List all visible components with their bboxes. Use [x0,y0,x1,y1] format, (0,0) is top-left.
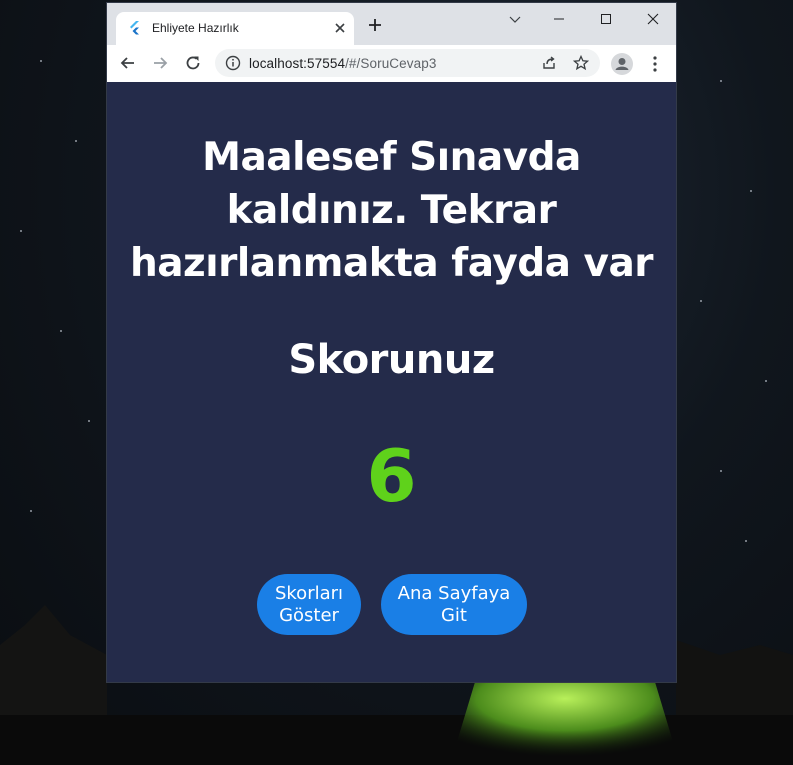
show-scores-button[interactable]: Skorları Göster [257,574,361,635]
score-label: Skorunuz [288,337,495,383]
star-icon[interactable] [573,55,589,71]
url-path: /#/SoruCevap3 [345,56,437,71]
kebab-menu-icon[interactable] [647,55,663,73]
browser-tab[interactable]: Ehliyete Hazırlık [116,12,354,45]
page-content: Maalesef Sınavda kaldınız. Tekrar hazırl… [107,82,676,682]
arrow-right-icon[interactable] [151,54,169,72]
url-text: localhost:57554/#/SoruCevap3 [249,56,436,71]
address-bar[interactable]: localhost:57554/#/SoruCevap3 [215,49,600,77]
avatar-icon[interactable] [611,53,633,75]
tab-title: Ehliyete Hazırlık [152,21,239,35]
score-value: 6 [366,434,417,518]
chevron-down-icon[interactable] [505,9,525,29]
show-scores-label-line2: Göster [279,604,339,626]
plus-icon[interactable] [367,17,383,33]
url-host: localhost:57554 [249,56,346,71]
home-label-line2: Git [440,604,467,626]
share-icon[interactable] [541,55,557,71]
window-close-icon[interactable] [643,9,663,29]
arrow-left-icon[interactable] [119,54,137,72]
show-scores-label-line1: Skorları [274,582,344,604]
title-bar: Ehliyete Hazırlık [107,3,676,45]
reload-icon[interactable] [184,54,202,72]
close-icon[interactable] [332,20,348,36]
maximize-icon[interactable] [596,9,616,29]
info-icon[interactable] [225,55,241,71]
browser-toolbar: localhost:57554/#/SoruCevap3 [107,45,676,82]
tent-image [450,682,680,765]
result-message: Maalesef Sınavda kaldınız. Tekrar hazırl… [129,135,654,286]
home-page-button[interactable]: Ana Sayfaya Git [381,574,527,635]
home-label-line1: Ana Sayfaya [397,582,511,604]
minimize-icon[interactable] [549,9,569,29]
flutter-icon [130,21,139,35]
browser-window: Ehliyete Hazırlık localhost:57554/#/Soru… [107,3,676,682]
